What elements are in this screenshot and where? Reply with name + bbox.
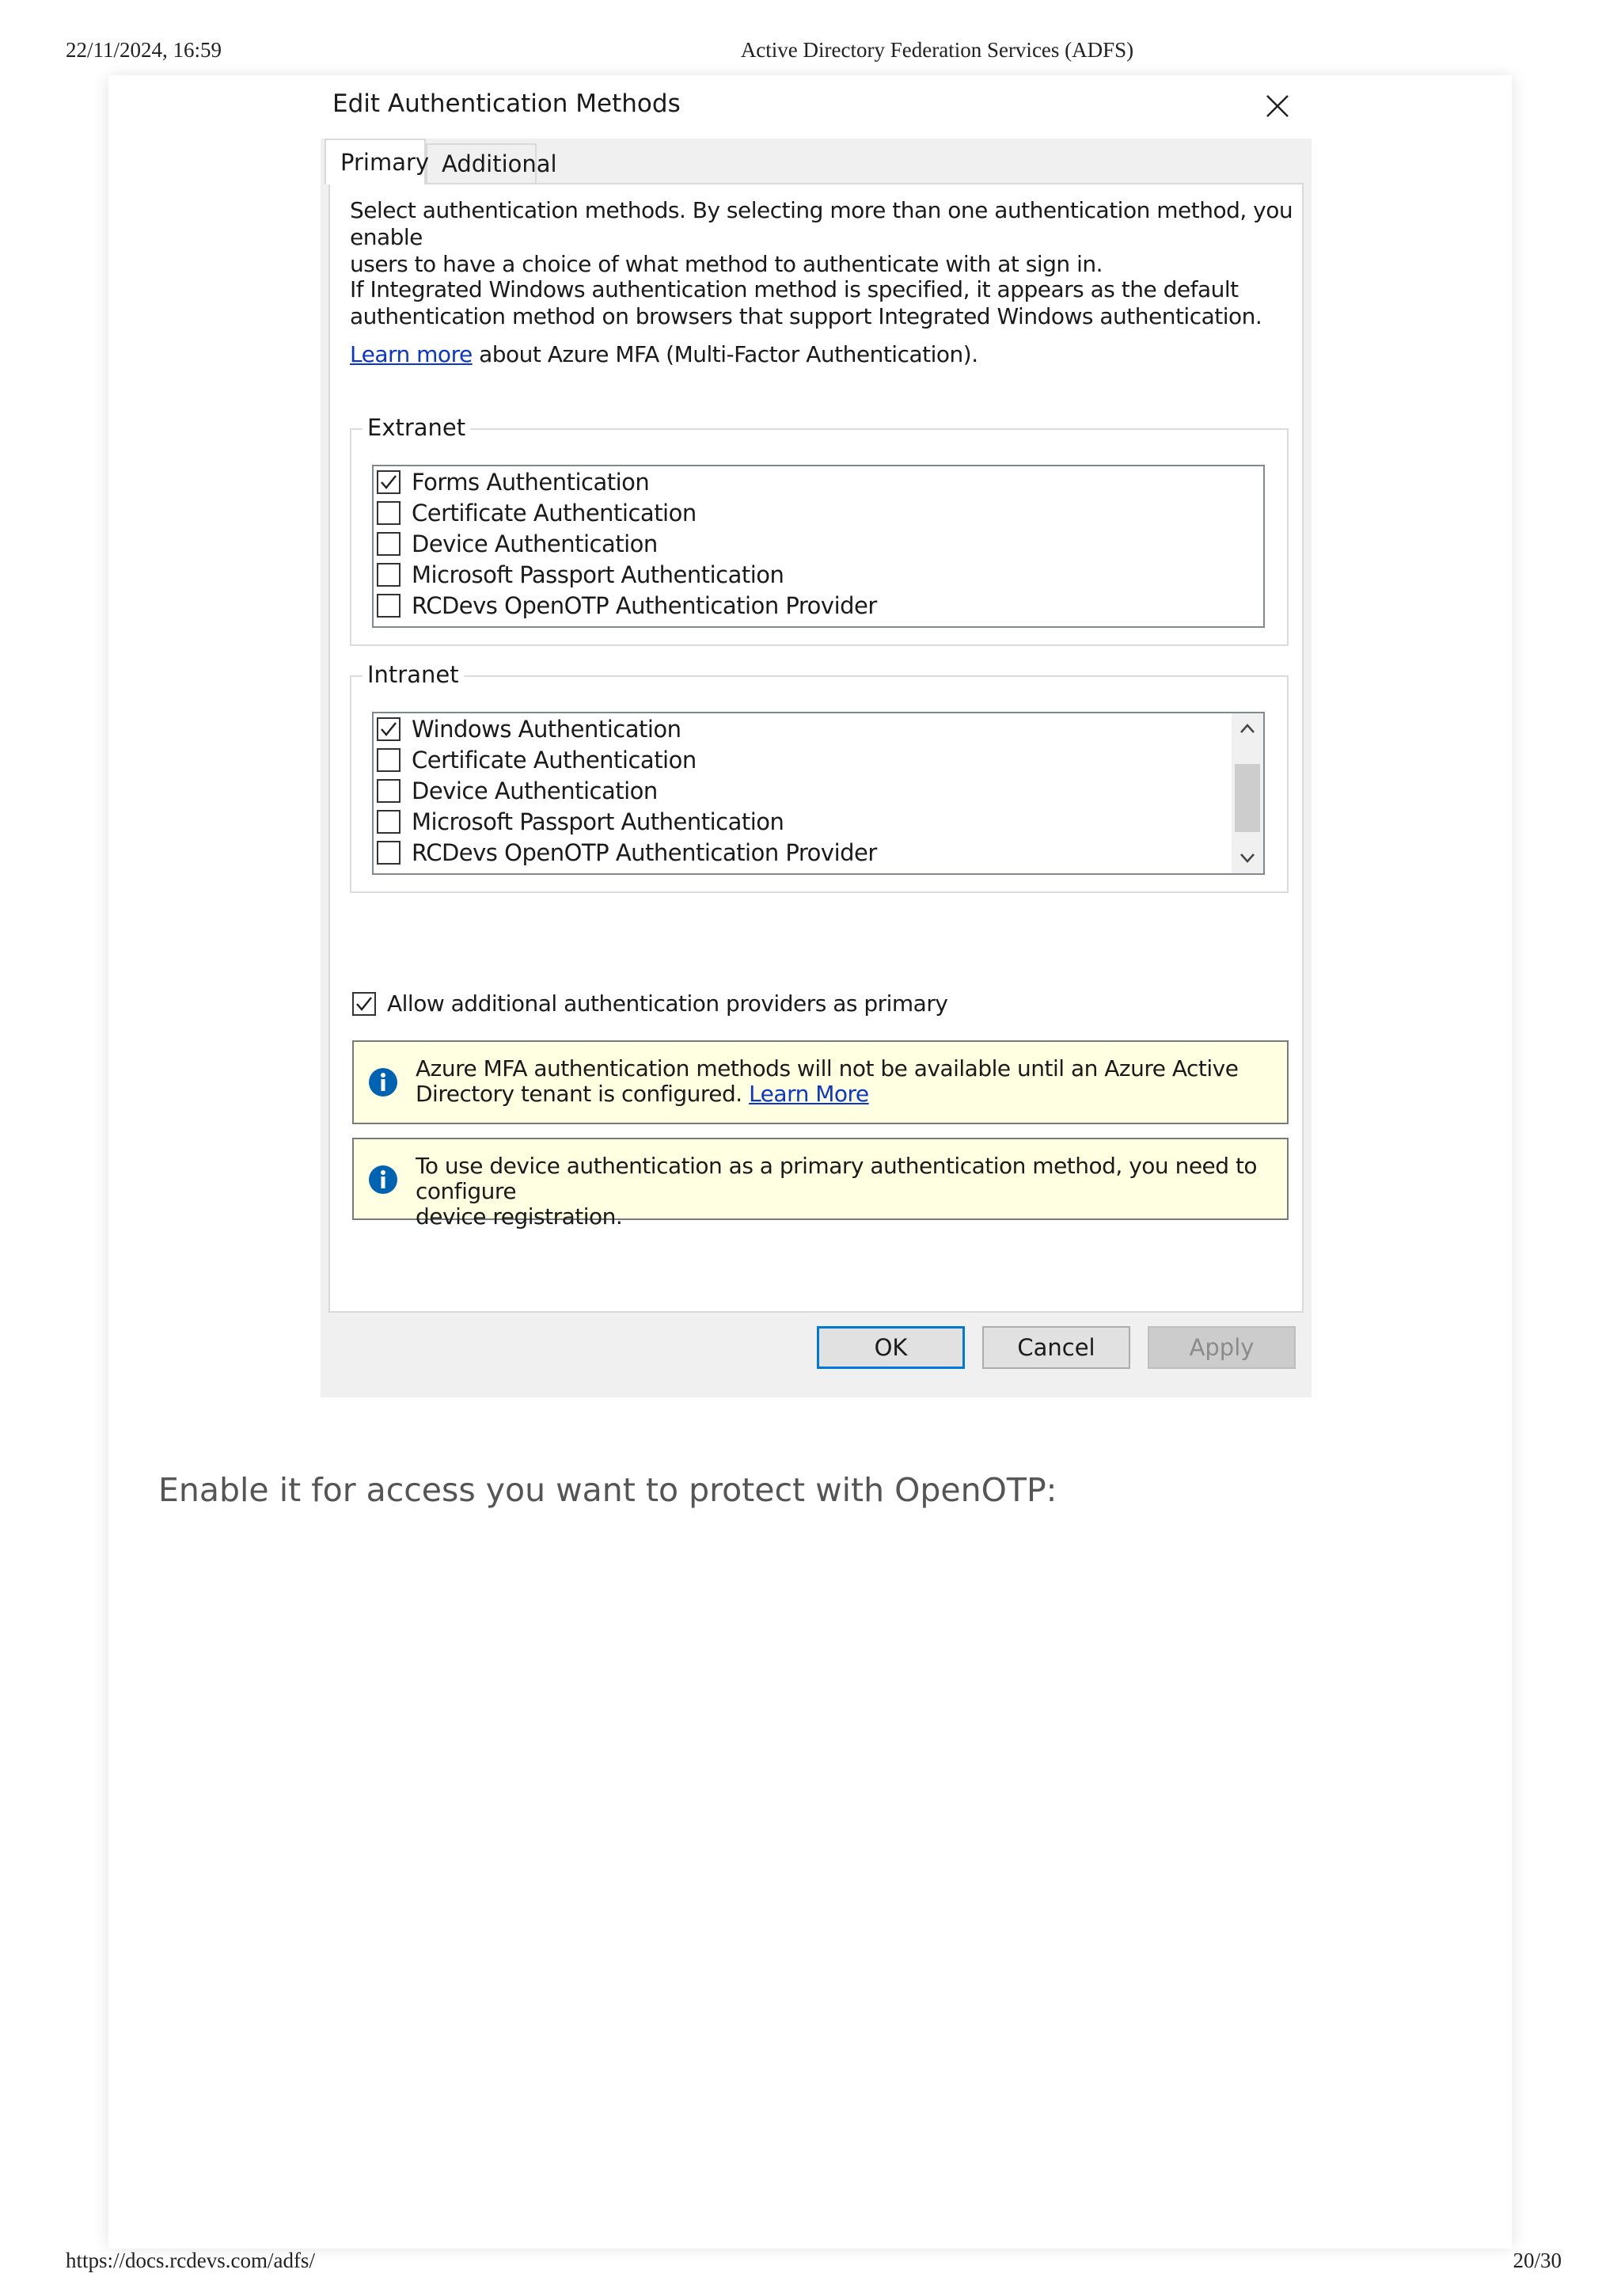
extranet-list[interactable]: Forms Authentication Certificate Authent…: [372, 465, 1265, 628]
checkbox[interactable]: [377, 841, 401, 865]
intranet-item-passport[interactable]: Microsoft Passport Authentication: [377, 808, 784, 836]
iwa-line-1: If Integrated Windows authentication met…: [350, 276, 1239, 302]
extranet-group: Extranet Forms Authentication Certificat…: [350, 414, 1289, 646]
intranet-item-certificate[interactable]: Certificate Authentication: [377, 746, 697, 774]
primary-tab-panel: Select authentication methods. By select…: [328, 183, 1304, 1313]
azure-mfa-info-box: Azure MFA authentication methods will no…: [352, 1040, 1289, 1124]
iwa-text: If Integrated Windows authentication met…: [350, 276, 1262, 330]
list-item-label: RCDevs OpenOTP Authentication Provider: [412, 592, 877, 619]
extranet-item-forms[interactable]: Forms Authentication: [377, 468, 650, 496]
extranet-item-certificate[interactable]: Certificate Authentication: [377, 499, 697, 527]
checkbox[interactable]: [377, 563, 401, 587]
close-icon: [1266, 95, 1289, 117]
checkbox[interactable]: [377, 594, 401, 618]
info-icon: [369, 1068, 397, 1097]
intro-line-2: users to have a choice of what method to…: [350, 251, 1103, 277]
info2-line-1: To use device authentication as a primar…: [416, 1153, 1258, 1204]
allow-additional-label: Allow additional authentication provider…: [387, 990, 948, 1017]
checkbox[interactable]: [377, 779, 401, 803]
intro-line-1: Select authentication methods. By select…: [350, 197, 1293, 250]
intro-text: Select authentication methods. By select…: [350, 197, 1302, 278]
checkbox[interactable]: [377, 748, 401, 772]
azure-mfa-info-text: Azure MFA authentication methods will no…: [416, 1056, 1278, 1107]
info1-line-2-text: Directory tenant is configured.: [416, 1081, 750, 1107]
list-item-label: Device Authentication: [412, 530, 658, 557]
list-item-label: Certificate Authentication: [412, 747, 697, 774]
intranet-label: Intranet: [363, 661, 464, 688]
scroll-down-button[interactable]: [1232, 843, 1263, 873]
extranet-item-device[interactable]: Device Authentication: [377, 530, 658, 558]
checkbox[interactable]: [377, 470, 401, 494]
device-auth-info-text: To use device authentication as a primar…: [416, 1154, 1278, 1230]
intranet-list[interactable]: Windows Authentication Certificate Authe…: [372, 712, 1265, 875]
list-item-label: Device Authentication: [412, 777, 658, 804]
tab-additional[interactable]: Additional: [426, 143, 557, 183]
checkmark-icon: [381, 475, 397, 489]
extranet-item-passport[interactable]: Microsoft Passport Authentication: [377, 561, 784, 589]
list-item-label: Microsoft Passport Authentication: [412, 561, 784, 588]
allow-additional-row[interactable]: Allow additional authentication provider…: [352, 990, 948, 1017]
list-item-label: Windows Authentication: [412, 716, 681, 743]
learn-more-row: Learn more about Azure MFA (Multi-Factor…: [350, 341, 978, 368]
intranet-item-device[interactable]: Device Authentication: [377, 777, 658, 805]
info1-line-1: Azure MFA authentication methods will no…: [416, 1055, 1239, 1081]
print-footer: https://docs.rcdevs.com/adfs/ 20/30: [0, 2248, 1621, 2296]
info2-line-2: device registration.: [416, 1203, 623, 1230]
edit-authentication-methods-dialog: Edit Authentication Methods Primary Addi…: [321, 75, 1312, 1397]
scroll-thumb[interactable]: [1235, 764, 1260, 832]
allow-additional-checkbox[interactable]: [352, 991, 376, 1016]
info-learn-more-link[interactable]: Learn More: [749, 1081, 869, 1107]
intranet-scrollbar[interactable]: [1232, 713, 1263, 873]
dialog-title: Edit Authentication Methods: [332, 89, 681, 118]
checkbox[interactable]: [377, 501, 401, 525]
cancel-button[interactable]: Cancel: [982, 1326, 1130, 1369]
dialog-titlebar: Edit Authentication Methods: [321, 75, 1312, 139]
info1-line-2: Directory tenant is configured. Learn Mo…: [416, 1081, 1278, 1107]
print-page-number: 20/30: [1513, 2248, 1562, 2272]
checkmark-icon: [381, 722, 397, 736]
iwa-line-2: authentication method on browsers that s…: [350, 303, 1262, 329]
tab-strip: Primary Additional: [321, 139, 1312, 184]
close-button[interactable]: [1258, 86, 1297, 126]
list-item-label: Forms Authentication: [412, 469, 650, 496]
list-item-label: Microsoft Passport Authentication: [412, 808, 784, 835]
checkbox[interactable]: [377, 810, 401, 834]
learn-more-link[interactable]: Learn more: [350, 341, 473, 367]
learn-more-suffix: about Azure MFA (Multi-Factor Authentica…: [472, 341, 978, 367]
checkbox[interactable]: [377, 532, 401, 556]
checkbox[interactable]: [377, 717, 401, 741]
apply-button[interactable]: Apply: [1148, 1326, 1296, 1369]
tab-primary[interactable]: Primary: [325, 139, 429, 184]
list-item-label: Certificate Authentication: [412, 500, 697, 526]
intranet-item-windows[interactable]: Windows Authentication: [377, 715, 681, 743]
scroll-up-button[interactable]: [1232, 713, 1263, 743]
extranet-item-openotp[interactable]: RCDevs OpenOTP Authentication Provider: [377, 591, 877, 620]
print-url: https://docs.rcdevs.com/adfs/: [66, 2248, 315, 2272]
ok-button[interactable]: OK: [817, 1326, 965, 1369]
info-icon: [369, 1165, 397, 1194]
intranet-item-openotp[interactable]: RCDevs OpenOTP Authentication Provider: [377, 838, 877, 867]
intranet-group: Intranet Windows Authentication Certific…: [350, 661, 1289, 893]
list-item-label: RCDevs OpenOTP Authentication Provider: [412, 839, 877, 866]
print-title: Active Directory Federation Services (AD…: [740, 38, 1134, 62]
chevron-down-icon: [1240, 853, 1255, 863]
checkmark-icon: [356, 996, 372, 1011]
chevron-up-icon: [1240, 724, 1255, 733]
device-auth-info-box: To use device authentication as a primar…: [352, 1138, 1289, 1230]
extranet-label: Extranet: [363, 414, 471, 441]
body-paragraph: Enable it for access you want to protect…: [158, 1471, 1057, 1509]
